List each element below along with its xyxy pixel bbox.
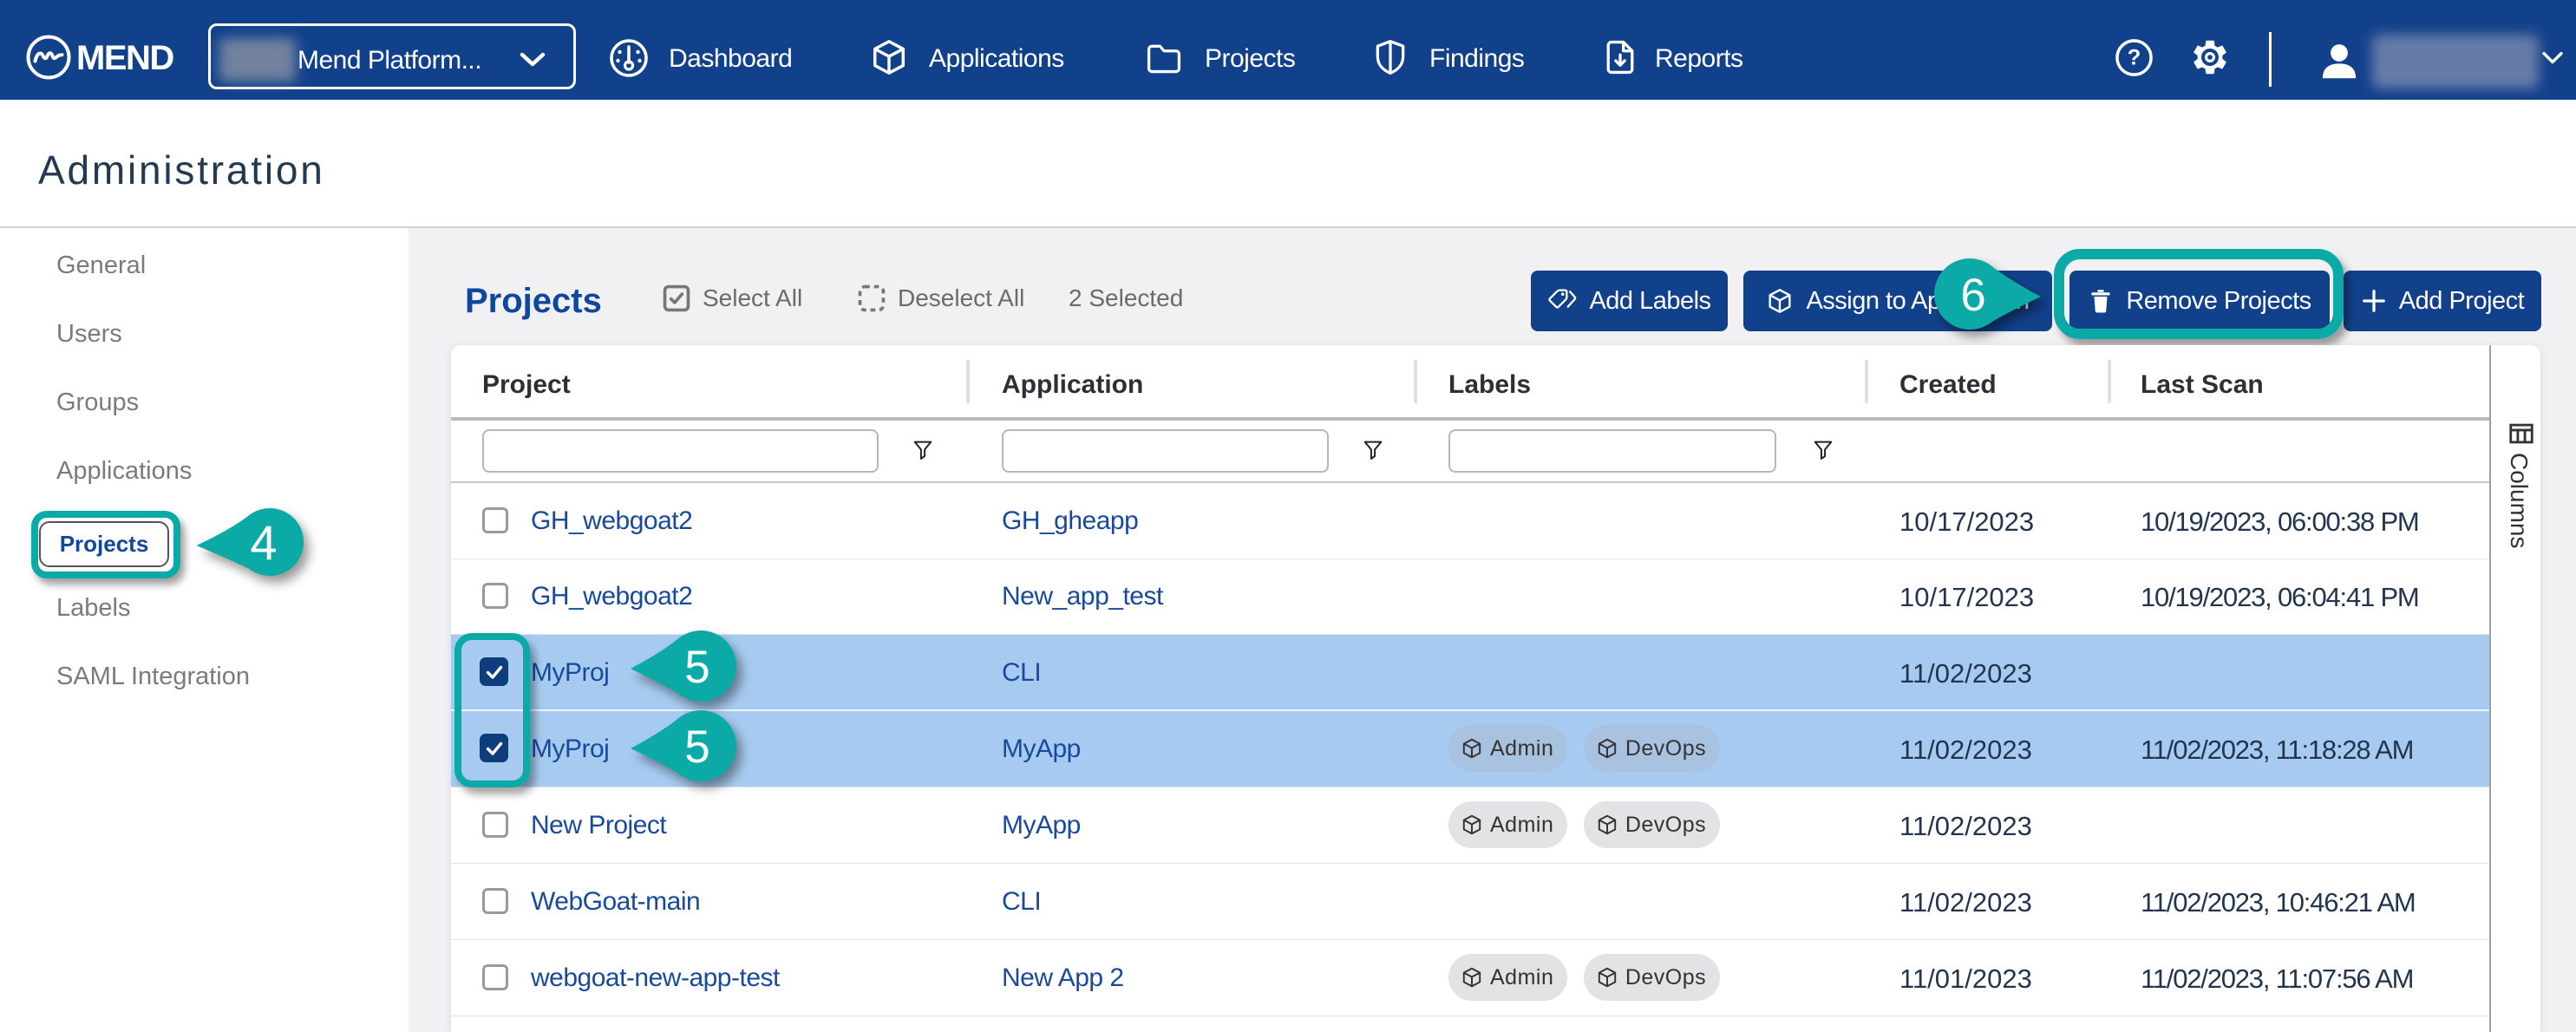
svg-text:5: 5	[684, 642, 709, 693]
svg-text:5: 5	[684, 722, 709, 773]
svg-text:4: 4	[250, 515, 277, 570]
svg-text:?: ?	[2128, 45, 2141, 69]
svg-text:6: 6	[1960, 270, 1985, 321]
